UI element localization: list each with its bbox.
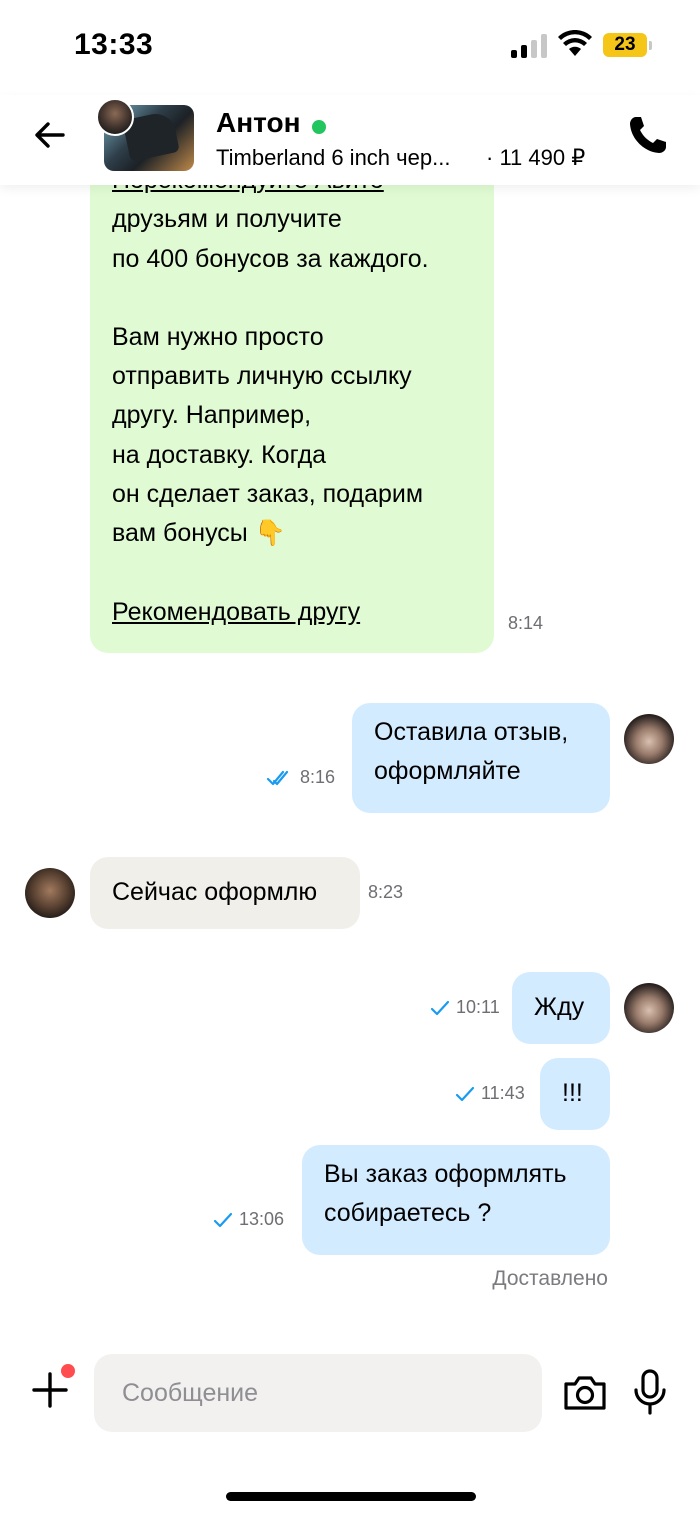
battery-tip [649,41,652,50]
message-time: 8:16 [300,767,336,787]
message-meta: 13:06 [213,1209,284,1230]
message-text: собираетесь ? [324,1199,492,1227]
recommend-friend-link[interactable]: Рекомендовать другу [112,598,360,626]
listing-price: · 11 490 ₽ [486,145,586,170]
camera-icon[interactable] [562,1372,608,1412]
promo-link-recommend[interactable]: Порекомендуйте Авито [112,185,384,194]
contact-avatar[interactable] [25,868,75,918]
chat-messages[interactable]: Порекомендуйте Авито друзьям и получите … [0,185,700,1330]
wifi-icon [558,30,592,56]
message-meta: 10:11 [430,997,500,1018]
promo-text-line: по 400 бонусов за каждого. [112,244,429,273]
status-time: 13:33 [74,28,154,61]
message-time: 8:23 [368,882,404,902]
cellular-signal-icon [511,34,547,58]
message-meta: 8:16 [266,767,335,788]
message-input[interactable] [94,1354,542,1432]
seller-avatar[interactable] [96,98,134,136]
outgoing-message[interactable]: Оставила отзыв, оформляйте [352,703,610,813]
promo-message: Порекомендуйте Авито друзьям и получите … [90,185,494,653]
message-time: 8:14 [508,613,544,633]
promo-text-line: вам бонусы 👇 [112,519,286,548]
contact-name[interactable]: Антон [216,107,301,139]
my-avatar [624,714,674,764]
check-icon [430,1001,450,1016]
promo-text-line: он сделает заказ, подарим [112,480,424,509]
message-composer [0,1330,700,1515]
battery-icon: 23 [603,33,647,57]
notification-dot [61,1364,75,1378]
promo-text-line: на доставку. Когда [112,440,327,469]
outgoing-message[interactable]: !!! [540,1058,610,1130]
message-text: !!! [562,1079,583,1107]
message-text: оформляйте [374,757,521,785]
message-time: 11:43 [481,1083,525,1103]
promo-text-line: отправить личную ссылку [112,362,412,391]
status-bar: 13:33 23 [0,0,700,95]
promo-text-line: друзьям и получите [112,205,342,234]
delivery-status: Доставлено [492,1267,608,1290]
message-text: Вы заказ оформлять [324,1160,567,1188]
incoming-message[interactable]: Сейчас оформлю [90,857,360,929]
outgoing-message[interactable]: Жду [512,972,610,1044]
message-meta: 11:43 [455,1083,525,1104]
message-text: Сейчас оформлю [112,878,318,906]
check-icon [455,1087,475,1102]
check-icon [213,1213,233,1228]
online-status-dot [312,120,326,134]
promo-text-line: другу. Например, [112,401,312,430]
message-text: Жду [534,993,585,1021]
home-indicator [226,1492,476,1501]
listing-title[interactable]: Timberland 6 inch чер... [216,145,471,171]
outgoing-message[interactable]: Вы заказ оформлять собираетесь ? [302,1145,610,1255]
my-avatar [624,983,674,1033]
phone-icon[interactable] [626,113,670,157]
message-time: 13:06 [239,1209,285,1229]
message-time: 10:11 [456,997,500,1017]
microphone-icon[interactable] [632,1368,668,1416]
chat-header: Антон Timberland 6 inch чер... · 11 490 … [0,95,700,185]
double-check-icon [266,771,289,786]
message-text: Оставила отзыв, [374,718,569,746]
arrow-left-icon[interactable] [30,115,70,155]
promo-text-line: Вам нужно просто [112,322,324,351]
